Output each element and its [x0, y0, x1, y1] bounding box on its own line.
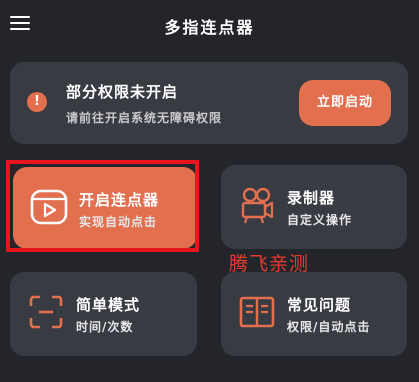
- play-video-icon: [30, 189, 68, 225]
- faq-subtitle: 权限/自动点击: [287, 320, 371, 334]
- start-clicker-title: 开启连点器: [79, 191, 160, 209]
- focus-frame-icon: [29, 295, 63, 329]
- permission-card: ! 部分权限未开启 请前往开启系统无障碍权限 立即启动: [10, 62, 408, 144]
- top-bar: 多指连点器: [0, 0, 419, 52]
- start-clicker-subtitle: 实现自动点击: [79, 215, 158, 229]
- faq-tile[interactable]: 常见问题 权限/自动点击: [221, 272, 407, 356]
- watermark-text: 腾飞亲测: [229, 253, 310, 275]
- permission-title: 部分权限未开启: [66, 83, 179, 101]
- recorder-title: 录制器: [287, 189, 336, 207]
- recorder-tile[interactable]: 录制器 自定义操作: [221, 165, 407, 249]
- app-title: 多指连点器: [164, 18, 255, 37]
- film-camera-icon: [241, 187, 274, 224]
- start-clicker-tile[interactable]: 开启连点器 实现自动点击: [13, 167, 197, 249]
- simple-mode-tile[interactable]: 简单模式 时间/次数: [10, 272, 197, 356]
- open-book-icon: [239, 296, 275, 328]
- enable-now-button[interactable]: 立即启动: [299, 80, 391, 126]
- warning-icon: !: [27, 92, 47, 112]
- simple-mode-subtitle: 时间/次数: [76, 320, 134, 334]
- permission-subtitle: 请前往开启系统无障碍权限: [66, 111, 223, 125]
- recorder-subtitle: 自定义操作: [287, 213, 353, 227]
- faq-title: 常见问题: [287, 296, 352, 314]
- simple-mode-title: 简单模式: [76, 296, 141, 314]
